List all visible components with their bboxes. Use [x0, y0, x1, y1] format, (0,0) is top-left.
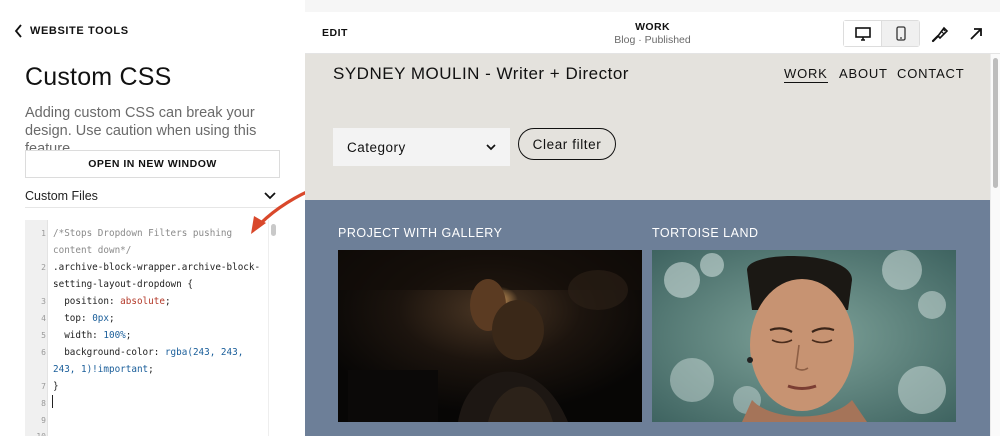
- css-property: position:: [53, 296, 121, 307]
- css-value: 0px: [92, 313, 109, 324]
- back-label: WEBSITE TOOLS: [30, 25, 129, 37]
- text-cursor: [52, 395, 53, 408]
- card-title[interactable]: TORTOISE LAND: [652, 226, 759, 240]
- card-title[interactable]: PROJECT WITH GALLERY: [338, 226, 502, 240]
- design-brush-button[interactable]: [931, 25, 949, 43]
- code-line: .archive-block-wrapper.archive-block-: [53, 262, 261, 273]
- css-semicolon: ;: [125, 330, 132, 341]
- code-line: content down*/: [53, 245, 132, 256]
- site-title[interactable]: SYDNEY MOULIN - Writer + Director: [333, 64, 629, 84]
- css-value: rgba(243, 243,: [164, 347, 244, 358]
- chevron-left-icon: [14, 24, 22, 38]
- category-label: Category: [347, 139, 406, 155]
- css-value: 243, 1)!important: [53, 364, 149, 375]
- code-line: top: 0px;: [53, 313, 115, 324]
- code-line: position: absolute;: [53, 296, 171, 307]
- css-semicolon: ;: [148, 364, 154, 375]
- line-number: 9: [41, 416, 46, 425]
- line-number: 5: [41, 331, 46, 340]
- line-number: 8: [41, 399, 46, 408]
- css-value: absolute: [120, 296, 165, 307]
- tortoise-land-image[interactable]: [652, 250, 956, 422]
- chevron-down-icon: [486, 143, 496, 150]
- project-gallery-image[interactable]: [338, 250, 642, 422]
- code-line: 243, 1)!important;: [53, 364, 154, 375]
- code-line: setting-layout-dropdown {: [53, 279, 193, 290]
- archive-block: PROJECT WITH GALLERY TORTOISE LAND: [305, 200, 990, 436]
- open-in-new-window-button[interactable]: OPEN IN NEW WINDOW: [25, 150, 280, 178]
- css-value: 100%: [103, 330, 126, 341]
- code-line: background-color: rgba(243, 243,: [53, 347, 243, 358]
- nav-about[interactable]: ABOUT: [839, 66, 888, 81]
- code-line: /*Stops Dropdown Filters pushing: [53, 228, 233, 239]
- line-number: 1: [41, 229, 46, 238]
- line-number: 2: [41, 263, 46, 272]
- site-preview-panel: EDIT WORK Blog · Published SYDNEY MOULIN…: [305, 0, 1000, 436]
- code-line: width: 100%;: [53, 330, 131, 341]
- custom-files-label: Custom Files: [25, 188, 98, 203]
- line-number: 6: [41, 348, 46, 357]
- brush-icon: [931, 26, 949, 43]
- clear-filter-button[interactable]: Clear filter: [518, 128, 616, 160]
- nav-work[interactable]: WORK: [784, 66, 828, 83]
- css-semicolon: ;: [108, 313, 115, 324]
- line-number: 3: [41, 297, 46, 306]
- line-number: 7: [41, 382, 46, 391]
- preview-scroll-thumb[interactable]: [993, 58, 998, 188]
- editor-scrollbar[interactable]: [268, 220, 280, 436]
- back-to-website-tools[interactable]: WEBSITE TOOLS: [14, 24, 129, 38]
- line-number: 10: [25, 432, 46, 436]
- panel-title: Custom CSS: [25, 63, 172, 91]
- device-toggle: [843, 20, 920, 47]
- css-semicolon: ;: [164, 296, 171, 307]
- css-property: width:: [53, 330, 104, 341]
- line-number: 4: [41, 314, 46, 323]
- css-property: top:: [53, 313, 93, 324]
- external-link-icon: [970, 28, 982, 40]
- css-property: background-color:: [53, 347, 165, 358]
- open-site-button[interactable]: [967, 25, 985, 43]
- desktop-view-button[interactable]: [844, 21, 881, 46]
- mobile-icon: [895, 26, 906, 41]
- desktop-icon: [854, 26, 871, 41]
- website-preview: SYDNEY MOULIN - Writer + Director WORK A…: [305, 54, 1000, 436]
- mobile-view-button[interactable]: [881, 21, 919, 46]
- css-code-editor[interactable]: 1 2 3 4 5 6 7 8 9 10 /*Stops Dropdown Fi…: [25, 220, 280, 436]
- nav-contact[interactable]: CONTACT: [897, 66, 964, 81]
- code-line: }: [53, 381, 59, 392]
- editor-topbar: EDIT WORK Blog · Published: [305, 12, 1000, 54]
- category-dropdown[interactable]: Category: [333, 128, 510, 166]
